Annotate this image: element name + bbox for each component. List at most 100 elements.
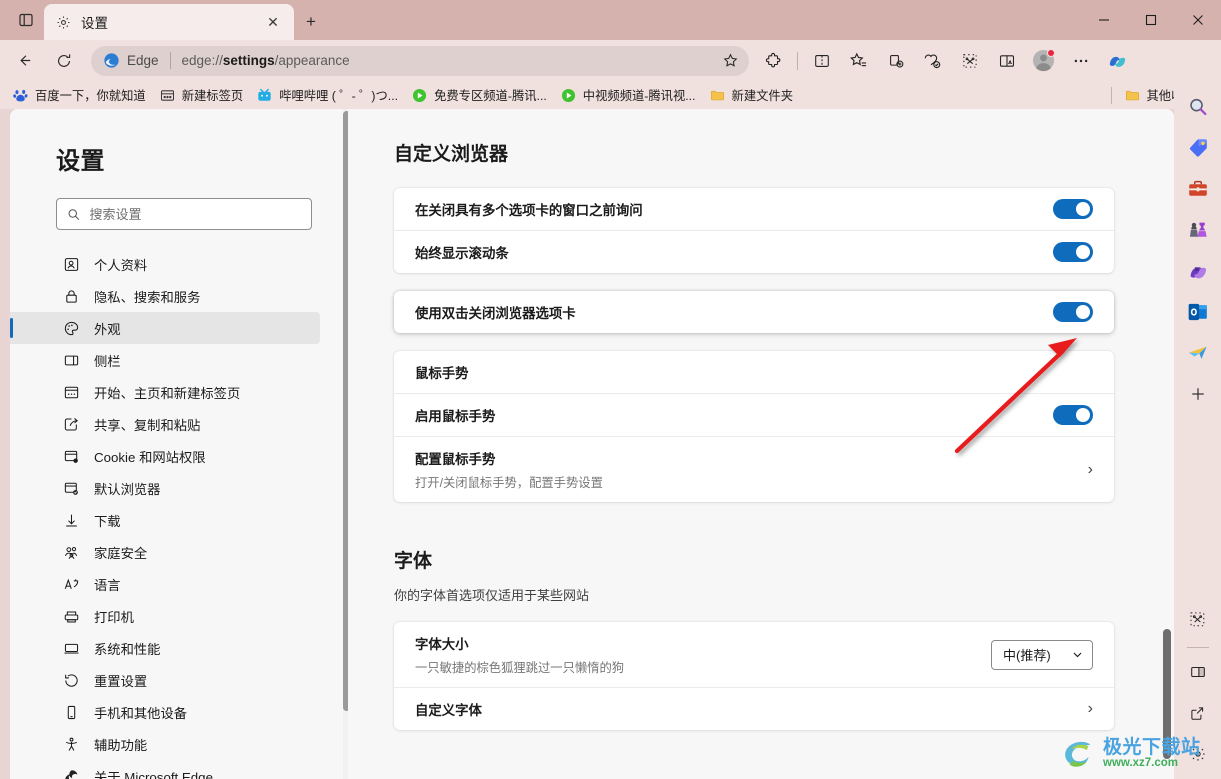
search-settings-box[interactable] (56, 198, 312, 230)
bookmark-folder[interactable]: 新建文件夹 (703, 84, 801, 106)
tools-briefcase-icon[interactable] (1182, 173, 1214, 205)
sidebar-item-share[interactable]: 共享、复制和粘贴 (10, 408, 320, 440)
setting-label: 使用双击关闭浏览器选项卡 (415, 306, 576, 321)
toggle-double-click-close-tab[interactable] (1053, 302, 1093, 322)
web-capture-icon[interactable] (1182, 603, 1214, 635)
microsoft-365-icon[interactable] (1182, 255, 1214, 287)
sidebar-item-label: 语言 (94, 577, 121, 593)
bookmark-label: 哔哩哔哩 ( ゜- ゜)つ... (279, 89, 399, 103)
open-in-new-window-icon[interactable] (1182, 697, 1214, 729)
search-icon[interactable] (1182, 91, 1214, 123)
copilot-icon[interactable] (1101, 45, 1134, 77)
sidebar-item-privacy[interactable]: 隐私、搜索和服务 (10, 280, 320, 312)
edge-logo-icon (104, 53, 119, 68)
sidebar-item-printers[interactable]: 打印机 (10, 600, 320, 632)
content-scrollbar-thumb[interactable] (1163, 629, 1171, 759)
mouse-gesture-card: 鼠标手势 启用鼠标手势 配置鼠标手势 打开/关闭鼠标手势，配置手势设置 › (394, 351, 1114, 502)
sidebar-item-languages[interactable]: 语言 (10, 568, 320, 600)
split-screen-icon[interactable] (805, 45, 838, 77)
setting-row-ask-before-closing[interactable]: 在关闭具有多个选项卡的窗口之前询问 (394, 188, 1114, 230)
tab-list-icon[interactable] (13, 8, 39, 32)
sidebar-item-system[interactable]: 系统和性能 (10, 632, 320, 664)
profile-avatar-icon[interactable] (1027, 45, 1060, 77)
read-aloud-icon[interactable] (990, 45, 1023, 77)
back-button[interactable] (8, 45, 40, 77)
maximize-button[interactable] (1127, 0, 1174, 40)
bookmark-item[interactable]: 百度一下，你就知道 (6, 84, 153, 106)
sidebar-item-reset-settings[interactable]: 重置设置 (10, 664, 320, 696)
setting-row-configure-mouse-gesture[interactable]: 配置鼠标手势 打开/关闭鼠标手势，配置手势设置 › (394, 436, 1114, 502)
toggle-ask-before-closing[interactable] (1053, 199, 1093, 219)
collections-icon[interactable] (879, 45, 912, 77)
browser-tab-settings[interactable]: 设置 ✕ (44, 4, 294, 40)
sidebar-item-label: 家庭安全 (94, 545, 148, 561)
setting-row-always-show-scrollbars[interactable]: 始终显示滚动条 (394, 230, 1114, 273)
chevron-down-icon (1073, 652, 1082, 658)
extensions-icon[interactable] (757, 45, 790, 77)
bookmark-label: 免费专区频道-腾讯... (434, 89, 547, 103)
close-tab-button[interactable]: ✕ (262, 11, 284, 33)
section-title-fonts: 字体 (394, 551, 433, 572)
sidebar-item-startup[interactable]: 开始、主页和新建标签页 (10, 376, 320, 408)
setting-label: 始终显示滚动条 (415, 246, 509, 261)
font-size-dropdown[interactable]: 中(推荐) (991, 639, 1093, 670)
sidebar-item-label: 关于 Microsoft Edge (94, 769, 213, 779)
bookmark-label: 新建文件夹 (731, 89, 794, 103)
sidebar-item-accessibility[interactable]: 辅助功能 (10, 728, 320, 760)
paper-plane-icon[interactable] (1182, 337, 1214, 369)
address-bar[interactable]: Edge edge://settings/appearance (91, 45, 749, 76)
bookmark-item[interactable]: 哔哩哔哩 ( ゜- ゜)つ... (250, 84, 405, 106)
download-icon (62, 511, 80, 529)
bookmark-item[interactable]: 中视频频道-腾讯视... (554, 84, 703, 106)
content-scrollbar[interactable] (1163, 109, 1171, 779)
setting-label: 字体大小 (415, 637, 469, 652)
sidebar-settings-gear-icon[interactable] (1182, 738, 1214, 770)
sidebar-item-profile[interactable]: 个人资料 (10, 248, 320, 280)
chevron-right-icon[interactable]: › (1074, 700, 1093, 718)
new-tab-button[interactable]: + (298, 10, 324, 34)
games-icon[interactable] (1182, 214, 1214, 246)
reload-button[interactable] (48, 45, 80, 77)
setting-row-font-size[interactable]: 字体大小 一只敏捷的棕色狐狸跳过一只懒惰的狗 中(推荐) (394, 622, 1114, 687)
bookmark-item[interactable]: 新建标签页 (153, 84, 251, 106)
tab-title: 设置 (81, 16, 108, 31)
sidebar-item-default-browser[interactable]: 默认浏览器 (10, 472, 320, 504)
outlook-icon[interactable] (1182, 296, 1214, 328)
sidebar-item-about-edge[interactable]: 关于 Microsoft Edge (10, 760, 320, 779)
sidebar-item-sidebar[interactable]: 侧栏 (10, 344, 320, 376)
settings-content: 自定义浏览器 在关闭具有多个选项卡的窗口之前询问 始终显示滚动条 使用双击关闭浏… (348, 109, 1174, 779)
setting-label: 配置鼠标手势 (415, 452, 496, 467)
minimize-button[interactable] (1080, 0, 1127, 40)
customize-card-2: 使用双击关闭浏览器选项卡 (394, 291, 1114, 333)
sidebar-item-phone-devices[interactable]: 手机和其他设备 (10, 696, 320, 728)
system-icon (62, 639, 80, 657)
add-sidebar-app-icon[interactable] (1182, 378, 1214, 410)
shopping-tag-icon[interactable] (1182, 132, 1214, 164)
edge-branding-chip: Edge (103, 52, 159, 69)
sidebar-item-downloads[interactable]: 下载 (10, 504, 320, 536)
web-select-icon[interactable] (953, 45, 986, 77)
sidebar-item-cookies[interactable]: Cookie 和网站权限 (10, 440, 320, 472)
sidebar-item-label: 系统和性能 (94, 641, 161, 657)
close-window-button[interactable] (1174, 0, 1221, 40)
star-outline-icon[interactable] (717, 48, 743, 74)
omnibox-divider (169, 52, 171, 69)
card-header-label: 鼠标手势 (415, 366, 469, 381)
search-input[interactable] (89, 206, 301, 222)
sidebar-item-family-safety[interactable]: 家庭安全 (10, 536, 320, 568)
toggle-enable-mouse-gesture[interactable] (1053, 405, 1093, 425)
sidebar-item-label: 重置设置 (94, 673, 148, 689)
sidebar-item-appearance[interactable]: 外观 (10, 312, 320, 344)
settings-more-icon[interactable] (1064, 45, 1097, 77)
title-bar: 设置 ✕ + (0, 0, 1221, 40)
favorites-icon[interactable] (842, 45, 875, 77)
bookmark-item[interactable]: 免费专区频道-腾讯... (405, 84, 554, 106)
chevron-right-icon[interactable]: › (1074, 461, 1093, 479)
toggle-always-show-scrollbars[interactable] (1053, 242, 1093, 262)
setting-description: 打开/关闭鼠标手势，配置手势设置 (415, 476, 603, 490)
setting-row-double-click-close-tab[interactable]: 使用双击关闭浏览器选项卡 (394, 291, 1114, 333)
setting-row-enable-mouse-gesture[interactable]: 启用鼠标手势 (394, 393, 1114, 436)
browser-essentials-icon[interactable] (916, 45, 949, 77)
setting-row-custom-fonts[interactable]: 自定义字体 › (394, 687, 1114, 730)
split-screen-icon[interactable] (1182, 656, 1214, 688)
